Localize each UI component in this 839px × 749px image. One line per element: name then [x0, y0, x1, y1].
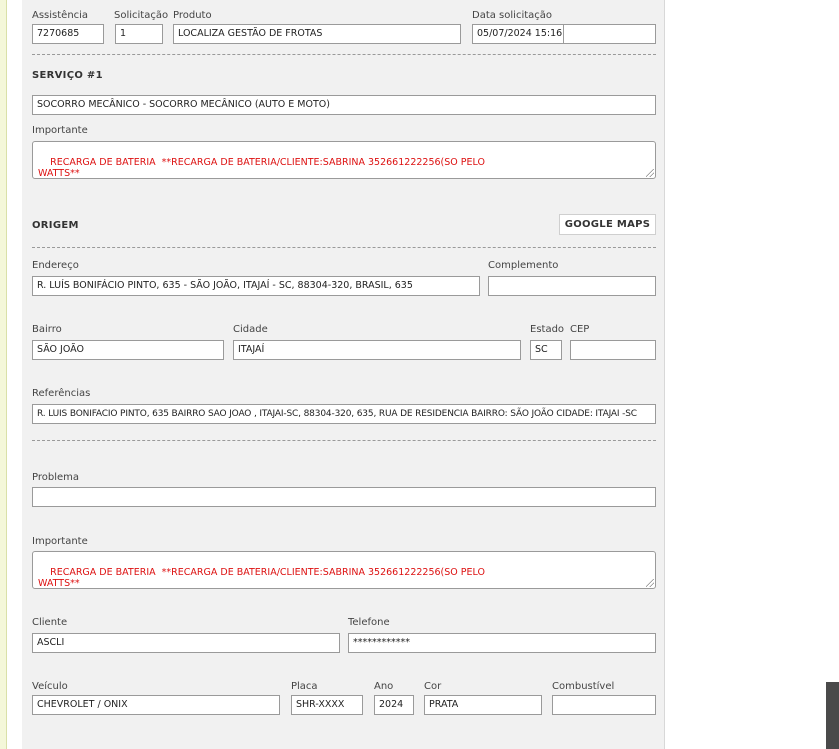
- data-solicitacao-field[interactable]: 05/07/2024 15:16: [472, 24, 564, 44]
- resize-grip-icon[interactable]: [646, 579, 654, 587]
- produto-label: Produto: [173, 10, 212, 21]
- referencias-field[interactable]: R. LUIS BONIFACIO PINTO, 635 BAIRRO SAO …: [32, 404, 656, 424]
- resize-grip-icon[interactable]: [646, 169, 654, 177]
- ano-field[interactable]: 2024: [374, 695, 414, 715]
- veiculo-label: Veículo: [32, 681, 68, 692]
- origem-section-title: ORIGEM: [32, 220, 79, 231]
- scrollbar-thumb[interactable]: [826, 682, 839, 749]
- problema-field[interactable]: [32, 487, 656, 507]
- problema-label: Problema: [32, 472, 80, 483]
- complemento-label: Complemento: [488, 260, 559, 271]
- detalhes-importante-label: Importante: [32, 536, 88, 547]
- placa-field[interactable]: SHR-XXXX: [291, 695, 363, 715]
- combustivel-field[interactable]: [552, 695, 656, 715]
- solicitacao-label: Solicitação: [114, 10, 169, 21]
- servico-importante-text: RECARGA DE BATERIA **RECARGA DE BATERIA/…: [38, 157, 485, 179]
- bairro-label: Bairro: [32, 324, 62, 335]
- placa-label: Placa: [291, 681, 318, 692]
- estado-label: Estado: [530, 324, 565, 335]
- google-maps-button[interactable]: GOOGLE MAPS: [559, 214, 656, 235]
- telefone-label: Telefone: [348, 617, 390, 628]
- divider: [32, 440, 656, 441]
- cidade-field[interactable]: ITAJAÍ: [233, 340, 521, 360]
- referencias-label: Referências: [32, 388, 91, 399]
- service-form-panel: Assistência 7270685 Solicitação 1 Produt…: [22, 0, 665, 749]
- detalhes-importante-text: RECARGA DE BATERIA **RECARGA DE BATERIA/…: [38, 567, 485, 589]
- veiculo-field[interactable]: CHEVROLET / ONIX: [32, 695, 280, 715]
- servico-field[interactable]: SOCORRO MECÂNICO - SOCORRO MECÂNICO (AUT…: [32, 95, 656, 115]
- solicitacao-field[interactable]: 1: [115, 24, 163, 44]
- cep-label: CEP: [570, 324, 590, 335]
- cliente-field[interactable]: ASCLI: [32, 633, 340, 653]
- left-rail: [0, 0, 7, 749]
- servico-section-title: SERVIÇO #1: [32, 70, 103, 81]
- data-solicitacao-extra-field[interactable]: [563, 24, 656, 44]
- endereco-field[interactable]: R. LUÍS BONIFÁCIO PINTO, 635 - SÃO JOÃO,…: [32, 276, 480, 296]
- cidade-label: Cidade: [233, 324, 268, 335]
- servico-importante-textarea[interactable]: RECARGA DE BATERIA **RECARGA DE BATERIA/…: [32, 141, 656, 179]
- divider: [32, 54, 656, 55]
- cliente-label: Cliente: [32, 617, 68, 628]
- cor-field[interactable]: PRATA: [424, 695, 542, 715]
- telefone-field[interactable]: ************: [348, 633, 656, 653]
- detalhes-importante-textarea[interactable]: RECARGA DE BATERIA **RECARGA DE BATERIA/…: [32, 551, 656, 589]
- ano-label: Ano: [374, 681, 394, 692]
- produto-field[interactable]: LOCALIZA GESTÃO DE FROTAS: [173, 24, 461, 44]
- estado-field[interactable]: SC: [530, 340, 562, 360]
- cep-field[interactable]: [570, 340, 656, 360]
- complemento-field[interactable]: [488, 276, 656, 296]
- divider: [32, 247, 656, 248]
- combustivel-label: Combustível: [552, 681, 615, 692]
- assistencia-field[interactable]: 7270685: [32, 24, 104, 44]
- bairro-field[interactable]: SÃO JOÃO: [32, 340, 224, 360]
- assistencia-label: Assistência: [32, 10, 89, 21]
- servico-importante-label: Importante: [32, 125, 88, 136]
- endereco-label: Endereço: [32, 260, 79, 271]
- cor-label: Cor: [424, 681, 442, 692]
- data-solicitacao-label: Data solicitação: [472, 10, 553, 21]
